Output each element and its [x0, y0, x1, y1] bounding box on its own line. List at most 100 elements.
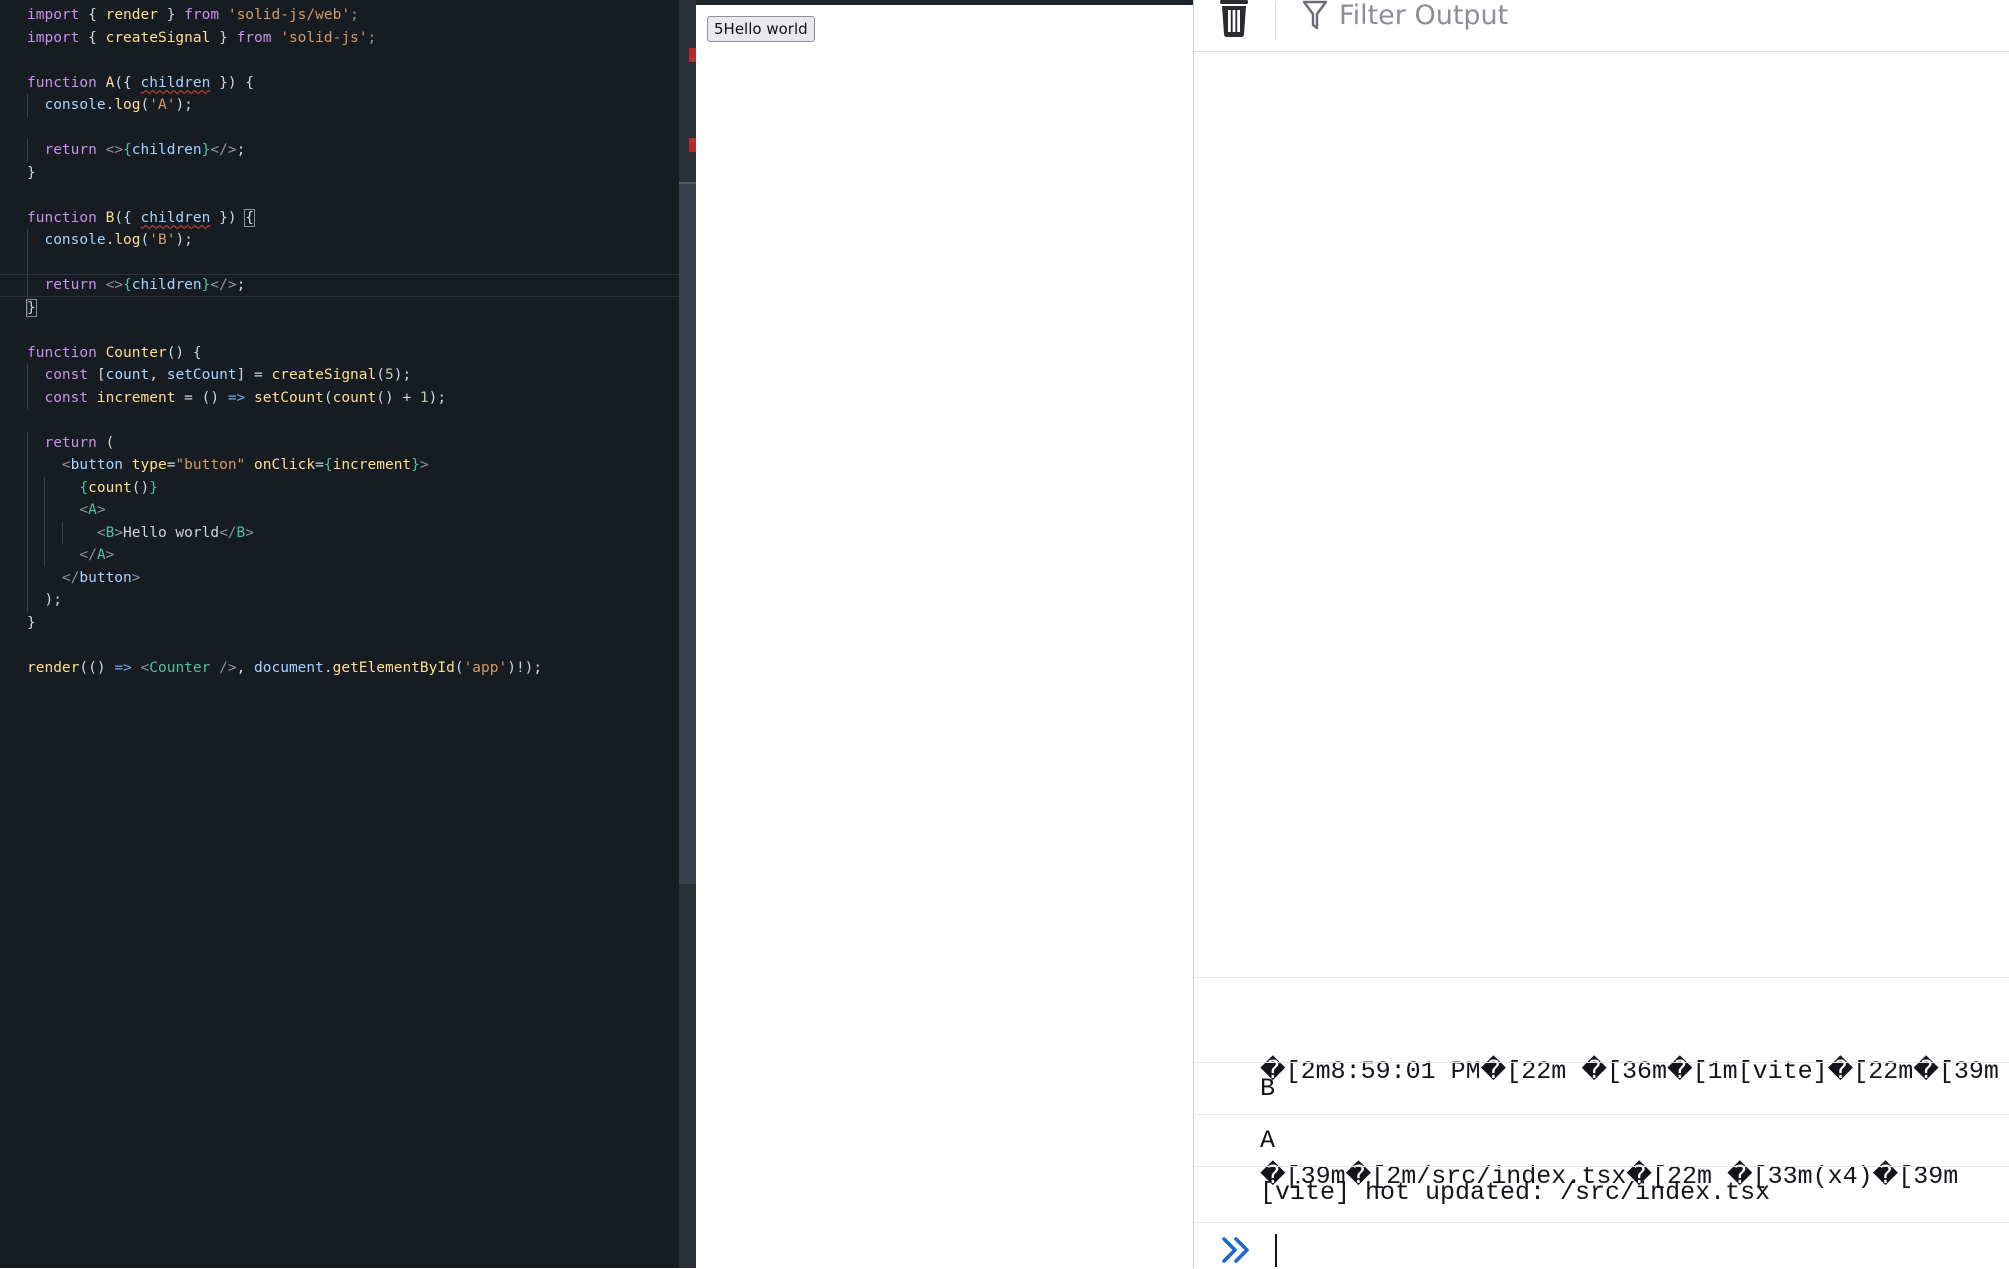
- code-line[interactable]: return (: [0, 431, 679, 454]
- code-token: (: [376, 367, 385, 383]
- code-token: <>: [105, 277, 124, 293]
- editor-scrollbar[interactable]: [679, 0, 696, 1268]
- code-token: >: [105, 547, 115, 563]
- code-line[interactable]: render(() => <Counter />, document.getEl…: [0, 657, 679, 680]
- code-token: onClick: [254, 457, 316, 473]
- code-lines[interactable]: import { render } from 'solid-js/web'; im…: [0, 4, 679, 679]
- code-line[interactable]: const [count, setCount] = createSignal(5…: [0, 364, 679, 387]
- code-line[interactable]: import { render } from 'solid-js/web';: [0, 4, 679, 27]
- code-line[interactable]: const increment = () => setCount(count()…: [0, 386, 679, 409]
- code-token: render: [105, 7, 158, 23]
- code-token: function: [27, 344, 97, 361]
- code-line[interactable]: [0, 251, 679, 274]
- code-token: Counter: [149, 659, 211, 676]
- code-token: "button": [175, 457, 246, 473]
- indent-guide: [27, 544, 28, 567]
- code-token: {: [79, 479, 89, 496]
- code-line[interactable]: return <>{children}</>;: [0, 139, 679, 162]
- counter-button[interactable]: 5Hello world: [707, 16, 815, 42]
- code-token: <: [96, 524, 106, 541]
- code-token: import: [27, 7, 80, 23]
- code-editor[interactable]: import { render } from 'solid-js/web'; im…: [0, 0, 679, 1268]
- code-token: >: [245, 524, 255, 541]
- code-token: children: [131, 142, 202, 158]
- indent-guide: [27, 566, 28, 589]
- filter-icon: [1302, 0, 1328, 32]
- code-line[interactable]: function A({ children }) {: [0, 72, 679, 95]
- code-line[interactable]: }: [0, 612, 679, 635]
- code-token: children: [131, 277, 202, 293]
- code-line[interactable]: <A>: [0, 499, 679, 522]
- code-line[interactable]: import { createSignal } from 'solid-js';: [0, 27, 679, 50]
- console-message: [vite] hot updated: /src/index.tsx: [1194, 1166, 2009, 1218]
- code-token: increment: [332, 457, 412, 473]
- preview-pane: 5Hello world: [696, 0, 1193, 1268]
- error-marker: [689, 48, 696, 62]
- code-line[interactable]: {count()}: [0, 476, 679, 499]
- code-token: count: [332, 389, 377, 406]
- code-token: }: [27, 164, 36, 181]
- code-token: count: [88, 479, 132, 496]
- code-token: </: [219, 524, 237, 541]
- code-token: <: [61, 457, 71, 473]
- code-token: (): [131, 479, 150, 496]
- console-input[interactable]: [1194, 1222, 2009, 1269]
- filter-output-input[interactable]: [1339, 0, 1939, 32]
- code-token: );: [428, 389, 447, 406]
- code-token: 'solid-js': [280, 29, 368, 46]
- code-token: count: [105, 367, 150, 383]
- code-token: 'B': [149, 232, 176, 248]
- code-line[interactable]: );: [0, 589, 679, 612]
- code-token: A: [88, 502, 97, 518]
- editor-scrollbar-thumb[interactable]: [679, 182, 696, 884]
- code-line[interactable]: return <>{children}</>;: [0, 274, 679, 297]
- code-token: ] =: [236, 367, 272, 383]
- code-line[interactable]: </button>: [0, 566, 679, 589]
- code-line[interactable]: [0, 49, 679, 72]
- code-line[interactable]: }: [0, 296, 679, 319]
- clear-console-button[interactable]: [1218, 0, 1250, 38]
- code-line[interactable]: [0, 319, 679, 342]
- code-token: {: [79, 29, 106, 46]
- code-token: function: [27, 74, 97, 91]
- code-line[interactable]: [0, 117, 679, 140]
- code-line[interactable]: function B({ children }) {: [0, 207, 679, 230]
- code-line[interactable]: function Counter() {: [0, 342, 679, 365]
- code-token: createSignal: [271, 367, 377, 383]
- code-token: return: [44, 142, 97, 158]
- code-token: )!);: [507, 659, 543, 676]
- code-line[interactable]: [0, 184, 679, 207]
- code-line[interactable]: console.log('A');: [0, 94, 679, 117]
- code-token: </: [79, 547, 97, 563]
- console-message: �[2m8:59:01 PM�[22m �[36m�[1m[vite]�[22m…: [1194, 977, 2009, 1191]
- code-line[interactable]: </A>: [0, 544, 679, 567]
- code-token: ({: [114, 74, 141, 91]
- code-token: }: [27, 614, 36, 631]
- code-token: <: [79, 502, 89, 518]
- code-line[interactable]: }: [0, 162, 679, 185]
- code-token: Counter: [105, 344, 167, 361]
- code-token: log: [114, 232, 141, 248]
- indent-guide: [27, 229, 28, 252]
- code-line[interactable]: [0, 634, 679, 657]
- code-line[interactable]: console.log('B');: [0, 229, 679, 252]
- code-line[interactable]: <B>Hello world</B>: [0, 521, 679, 544]
- indent-guide: [61, 521, 63, 544]
- code-token: }: [26, 298, 37, 317]
- code-token: from: [184, 7, 220, 23]
- code-line[interactable]: [0, 409, 679, 432]
- code-line[interactable]: <button type="button" onClick={increment…: [0, 454, 679, 477]
- code-token: const: [44, 367, 89, 383]
